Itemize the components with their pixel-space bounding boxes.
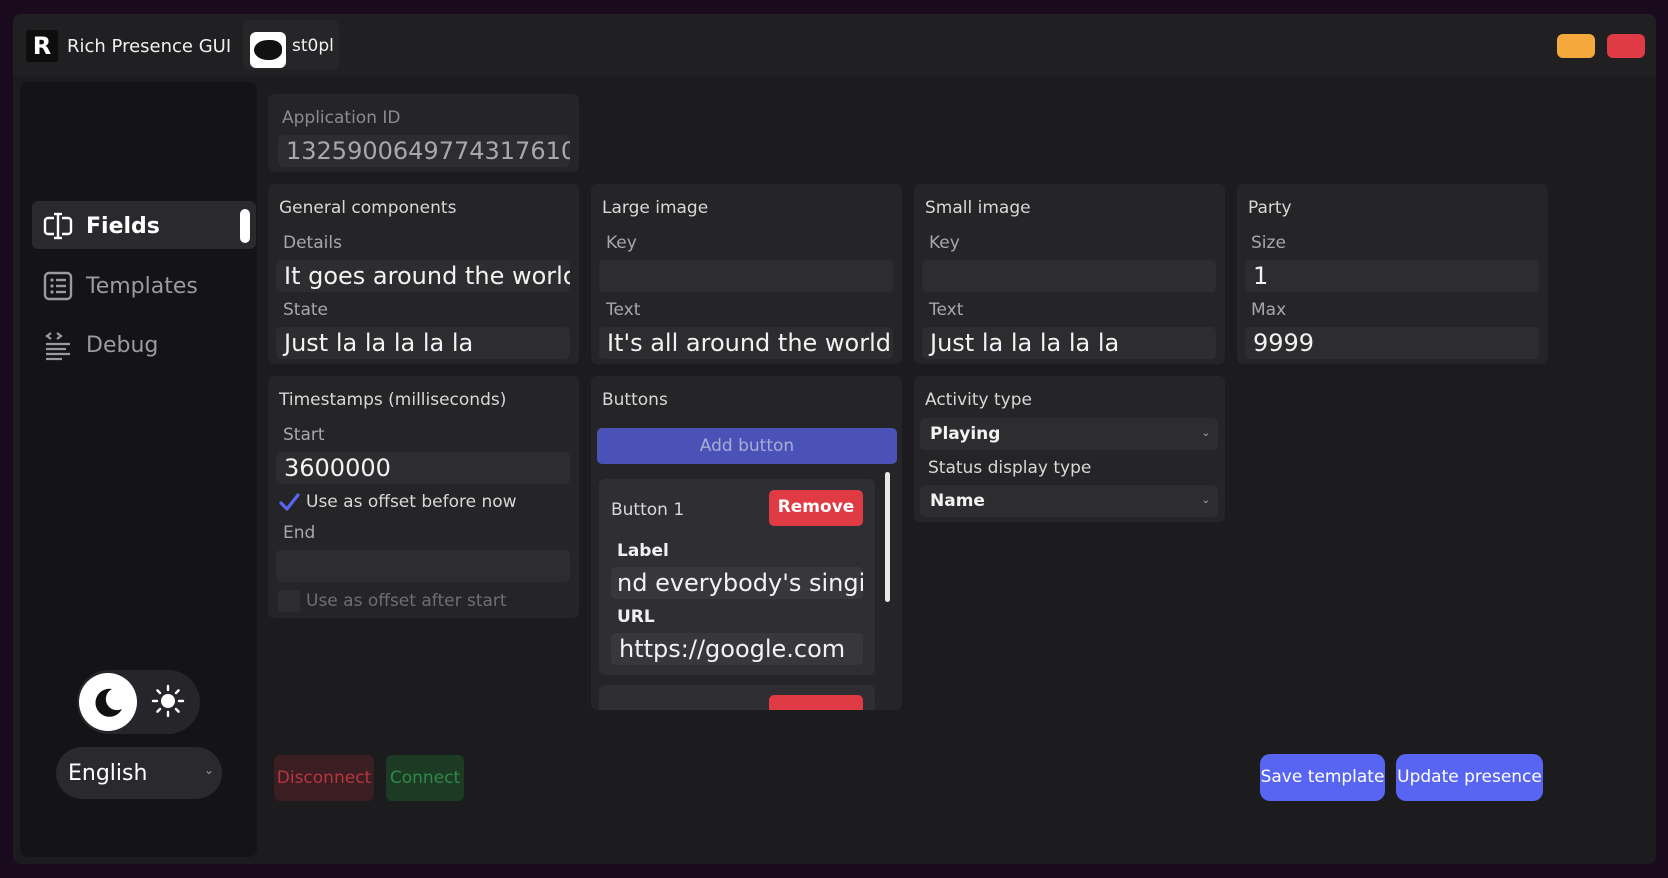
status-display-select[interactable]: Name ⌄ xyxy=(920,485,1218,517)
chevron-down-icon: ⌄ xyxy=(203,763,214,777)
checkbox[interactable] xyxy=(278,590,300,612)
application-id-card: Application ID 1325900649774317610 xyxy=(268,94,579,172)
details-label: Details xyxy=(283,233,342,253)
button-item-title: Button 1 xyxy=(611,500,685,520)
button-url-input[interactable]: https://google.com xyxy=(611,633,863,665)
large-image-card: Large image Key Text It's all around the… xyxy=(591,184,902,364)
chevron-down-icon: ⌄ xyxy=(1201,495,1210,506)
remove-button[interactable] xyxy=(769,695,863,710)
chevron-down-icon: ⌄ xyxy=(1201,428,1210,439)
party-size-input[interactable]: 1 xyxy=(1245,260,1539,292)
add-button[interactable]: Add button xyxy=(597,428,897,464)
large-image-key-label: Key xyxy=(606,233,637,253)
party-card: Party Size 1 Max 9999 xyxy=(1237,184,1548,364)
list-icon xyxy=(43,271,73,301)
start-label: Start xyxy=(283,425,325,445)
small-image-card: Small image Key Text Just la la la la la xyxy=(914,184,1225,364)
checkmark-icon[interactable] xyxy=(278,491,300,513)
large-image-text-label: Text xyxy=(606,300,641,320)
update-presence-button[interactable]: Update presence xyxy=(1396,754,1543,801)
application-id-input[interactable]: 1325900649774317610 xyxy=(278,135,570,167)
application-id-label: Application ID xyxy=(282,108,401,128)
start-offset-label: Use as offset before now xyxy=(306,492,517,512)
timestamps-card: Timestamps (milliseconds) Start 3600000 … xyxy=(268,376,579,618)
card-title: Party xyxy=(1248,198,1292,218)
button-item xyxy=(599,685,875,710)
moon-icon xyxy=(95,688,122,717)
sidebar-item-label: Templates xyxy=(86,274,198,299)
language-select[interactable]: English ⌄ xyxy=(56,747,222,799)
scrollbar[interactable] xyxy=(885,472,890,602)
state-input[interactable]: Just la la la la la xyxy=(276,327,570,359)
end-input[interactable] xyxy=(276,550,570,582)
sidebar-item-templates[interactable]: Templates xyxy=(32,261,256,309)
start-input[interactable]: 3600000 xyxy=(276,452,570,484)
active-indicator xyxy=(240,209,250,243)
text-cursor-icon xyxy=(43,212,73,240)
small-image-key-input[interactable] xyxy=(922,260,1216,292)
sun-icon[interactable] xyxy=(151,684,185,718)
state-label: State xyxy=(283,300,328,320)
code-icon xyxy=(45,332,70,361)
start-offset-checkbox-row[interactable]: Use as offset before now xyxy=(278,491,517,513)
button-label-input[interactable]: nd everybody's singing xyxy=(611,567,863,599)
card-title: Buttons xyxy=(602,390,668,410)
theme-toggle[interactable] xyxy=(77,670,200,734)
sidebar-item-debug[interactable]: Debug xyxy=(32,320,256,368)
card-title: Timestamps (milliseconds) xyxy=(279,390,507,410)
sidebar-item-label: Fields xyxy=(86,214,160,239)
sidebar: Fields Templates Debug English ⌄ xyxy=(20,82,257,857)
card-title: Small image xyxy=(925,198,1031,218)
save-template-button[interactable]: Save template xyxy=(1260,754,1385,801)
language-value: English xyxy=(68,761,148,786)
activity-type-value: Playing xyxy=(930,424,1001,444)
party-max-label: Max xyxy=(1251,300,1287,320)
buttons-card: Buttons Add button Button 1 Remove Label… xyxy=(591,376,902,710)
card-title: General components xyxy=(279,198,457,218)
user-chip[interactable]: st0pl xyxy=(243,20,339,70)
disconnect-button[interactable]: Disconnect xyxy=(274,755,374,801)
large-image-text-input[interactable]: It's all around the world xyxy=(599,327,893,359)
general-components-card: General components Details It goes aroun… xyxy=(268,184,579,364)
activity-type-select[interactable]: Playing ⌄ xyxy=(920,418,1218,450)
card-title: Activity type xyxy=(925,390,1032,410)
activity-type-card: Activity type Playing ⌄ Status display t… xyxy=(914,376,1225,522)
remove-button[interactable]: Remove xyxy=(769,490,863,526)
small-image-text-input[interactable]: Just la la la la la xyxy=(922,327,1216,359)
minimize-button[interactable] xyxy=(1557,34,1595,58)
app-title: Rich Presence GUI xyxy=(67,36,232,57)
dark-mode-button[interactable] xyxy=(79,673,137,731)
small-image-key-label: Key xyxy=(929,233,960,253)
button-url-label: URL xyxy=(617,607,655,627)
button-label-label: Label xyxy=(617,541,669,561)
end-offset-label: Use as offset after start xyxy=(306,591,507,611)
small-image-text-label: Text xyxy=(929,300,964,320)
card-title: Large image xyxy=(602,198,709,218)
title-bar[interactable]: R Rich Presence GUI st0pl xyxy=(13,14,1656,76)
details-input[interactable]: It goes around the world xyxy=(276,260,570,292)
user-name: st0pl xyxy=(292,36,334,56)
party-max-input[interactable]: 9999 xyxy=(1245,327,1539,359)
connect-button[interactable]: Connect xyxy=(386,755,464,801)
app-window: R Rich Presence GUI st0pl Fields Templat… xyxy=(13,14,1656,864)
app-logo: R xyxy=(26,30,58,62)
sidebar-item-label: Debug xyxy=(86,333,159,358)
avatar xyxy=(250,32,286,68)
button-item: Button 1 Remove Label nd everybody's sin… xyxy=(599,479,875,675)
large-image-key-input[interactable] xyxy=(599,260,893,292)
status-display-value: Name xyxy=(930,491,985,511)
status-display-label: Status display type xyxy=(928,458,1092,478)
party-size-label: Size xyxy=(1251,233,1286,253)
end-label: End xyxy=(283,523,316,543)
close-button[interactable] xyxy=(1607,34,1645,58)
sidebar-item-fields[interactable]: Fields xyxy=(32,201,256,249)
end-offset-checkbox-row[interactable]: Use as offset after start xyxy=(278,590,507,612)
